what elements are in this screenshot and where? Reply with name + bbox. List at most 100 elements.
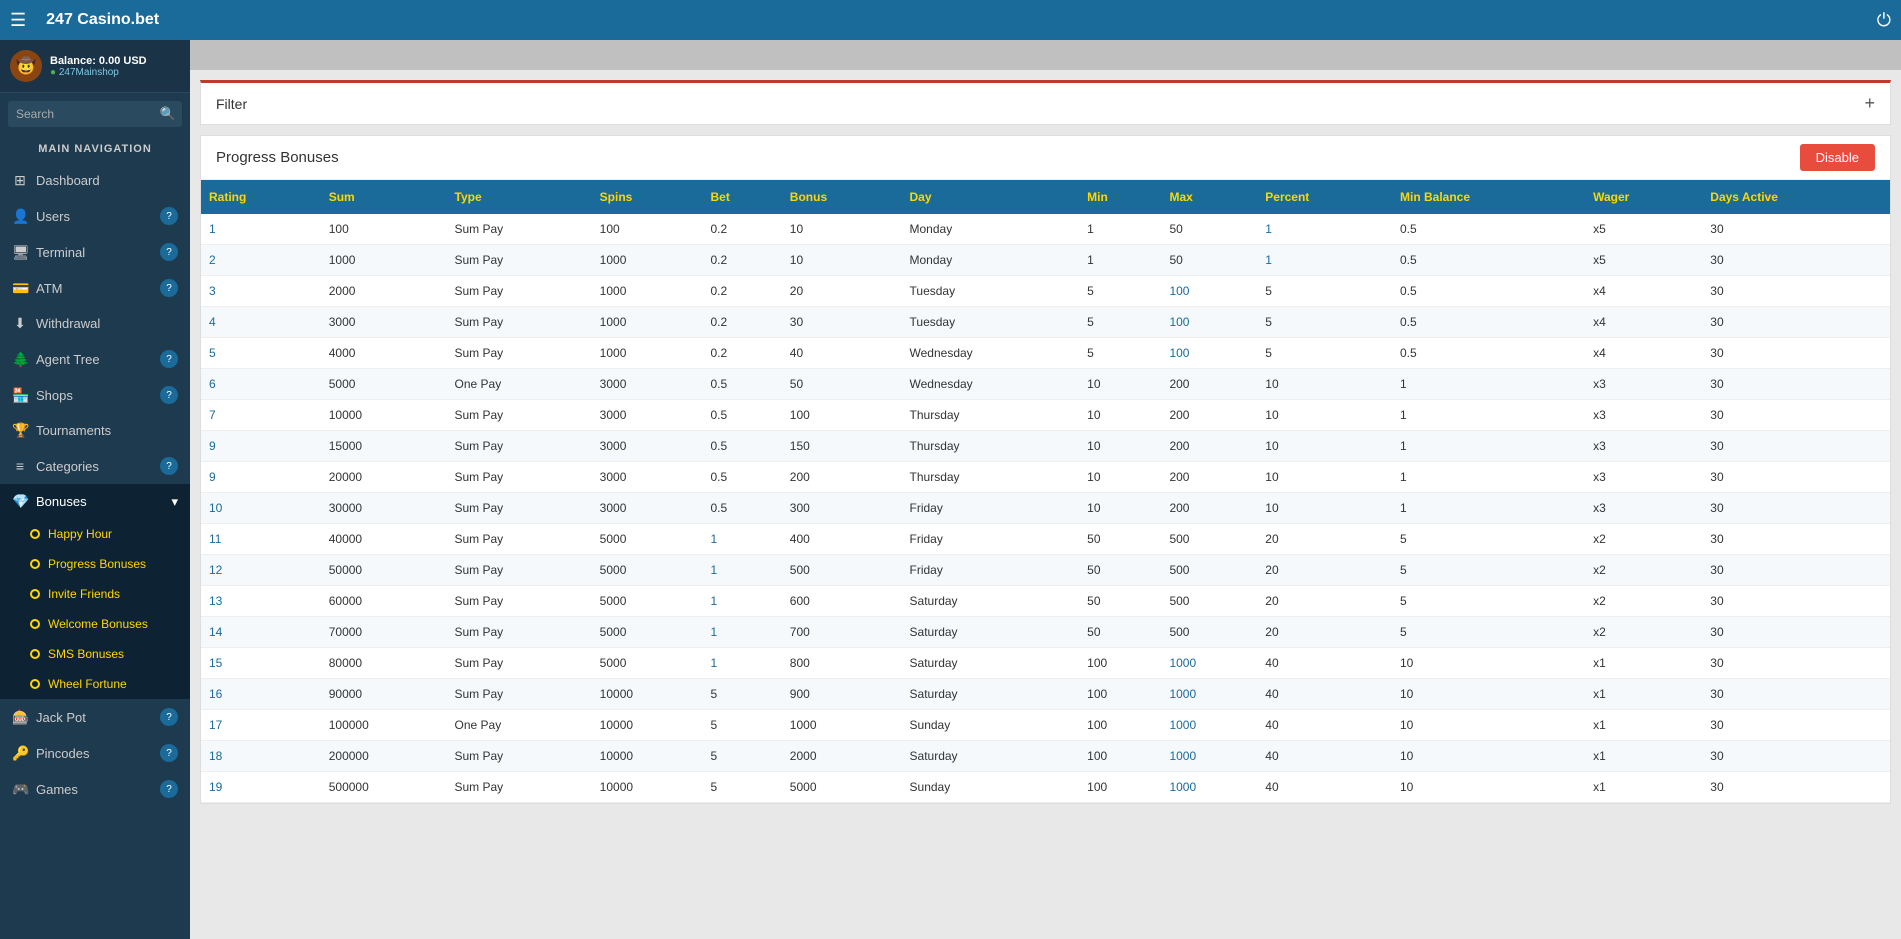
cell-bet: 1 — [702, 555, 781, 586]
cell-type: Sum Pay — [447, 648, 592, 679]
cell-type: Sum Pay — [447, 276, 592, 307]
sidebar-item-welcome-bonuses[interactable]: Welcome Bonuses — [0, 609, 190, 639]
cell-bet: 0.2 — [702, 307, 781, 338]
cell-bonus: 600 — [782, 586, 902, 617]
cell-min-balance: 1 — [1392, 400, 1585, 431]
sidebar-item-categories[interactable]: ≡ Categories ? — [0, 448, 190, 484]
bonuses-submenu: Happy Hour Progress Bonuses Invite Frien… — [0, 519, 190, 699]
cell-spins: 5000 — [592, 524, 703, 555]
cell-days-active: 30 — [1702, 741, 1890, 772]
cell-type: Sum Pay — [447, 741, 592, 772]
cell-type: Sum Pay — [447, 245, 592, 276]
cell-type: One Pay — [447, 710, 592, 741]
cell-max: 200 — [1161, 369, 1257, 400]
cell-min-balance: 0.5 — [1392, 276, 1585, 307]
col-type: Type — [447, 180, 592, 214]
cell-max: 50 — [1161, 245, 1257, 276]
sidebar-item-agent-tree[interactable]: 🌲 Agent Tree ? — [0, 341, 190, 377]
cell-bonus: 500 — [782, 555, 902, 586]
sidebar-item-terminal[interactable]: 🖥 Terminal ? — [0, 234, 190, 270]
cell-bonus: 800 — [782, 648, 902, 679]
table-header-row: Progress Bonuses Disable — [201, 136, 1890, 180]
cell-bonus: 40 — [782, 338, 902, 369]
sidebar-item-jackpot[interactable]: 🎰 Jack Pot ? — [0, 699, 190, 735]
cell-bonus: 30 — [782, 307, 902, 338]
cell-type: Sum Pay — [447, 400, 592, 431]
cell-min: 1 — [1079, 214, 1161, 245]
cell-max: 100 — [1161, 338, 1257, 369]
cell-days-active: 30 — [1702, 369, 1890, 400]
filter-label: Filter — [216, 96, 247, 112]
cell-bonus: 400 — [782, 524, 902, 555]
cell-sum: 1000 — [321, 245, 447, 276]
cell-sum: 30000 — [321, 493, 447, 524]
sidebar-item-sms-bonuses[interactable]: SMS Bonuses — [0, 639, 190, 669]
topbar-right: ⏻ — [1877, 10, 1891, 31]
cell-rating: 18 — [201, 741, 321, 772]
sidebar-item-pincodes[interactable]: 🔑 Pincodes ? — [0, 735, 190, 771]
cell-day: Monday — [902, 214, 1080, 245]
power-icon[interactable]: ⏻ — [1877, 10, 1891, 31]
sidebar-item-withdrawal[interactable]: ⬇ Withdrawal — [0, 306, 190, 341]
cell-bonus: 100 — [782, 400, 902, 431]
menu-icon[interactable]: ☰ — [10, 10, 26, 31]
table-row: 11 40000 Sum Pay 5000 1 400 Friday 50 50… — [201, 524, 1890, 555]
search-input[interactable] — [8, 101, 182, 127]
cell-min: 10 — [1079, 369, 1161, 400]
sidebar-item-atm[interactable]: 💳 ATM ? — [0, 270, 190, 306]
sidebar-item-invite-friends[interactable]: Invite Friends — [0, 579, 190, 609]
user-shop: 247Mainshop — [50, 67, 147, 78]
cell-spins: 3000 — [592, 431, 703, 462]
col-max: Max — [1161, 180, 1257, 214]
cell-min: 50 — [1079, 555, 1161, 586]
sidebar-item-happy-hour[interactable]: Happy Hour — [0, 519, 190, 549]
cell-percent: 40 — [1257, 710, 1392, 741]
sms-bonuses-circle — [30, 649, 40, 659]
cell-bonus: 10 — [782, 214, 902, 245]
sidebar-item-users[interactable]: 👤 Users ? — [0, 198, 190, 234]
cell-min-balance: 1 — [1392, 369, 1585, 400]
disable-button[interactable]: Disable — [1800, 144, 1875, 171]
cell-wager: x2 — [1585, 555, 1702, 586]
filter-plus-button[interactable]: + — [1864, 93, 1875, 114]
cell-percent: 20 — [1257, 524, 1392, 555]
cell-day: Saturday — [902, 679, 1080, 710]
user-info: Balance: 0.00 USD 247Mainshop — [50, 55, 147, 78]
cell-wager: x5 — [1585, 214, 1702, 245]
sidebar-item-shops[interactable]: 🏪 Shops ? — [0, 377, 190, 413]
cell-bonus: 5000 — [782, 772, 902, 803]
cell-min: 1 — [1079, 245, 1161, 276]
sidebar-item-bonuses[interactable]: 💎 Bonuses ▾ — [0, 484, 190, 519]
table-row: 10 30000 Sum Pay 3000 0.5 300 Friday 10 … — [201, 493, 1890, 524]
cell-rating: 2 — [201, 245, 321, 276]
cell-spins: 10000 — [592, 679, 703, 710]
cell-bonus: 10 — [782, 245, 902, 276]
cell-percent: 1 — [1257, 214, 1392, 245]
cell-min-balance: 1 — [1392, 431, 1585, 462]
sidebar-item-wheel-fortune[interactable]: Wheel Fortune — [0, 669, 190, 699]
sidebar-item-games[interactable]: 🎮 Games ? — [0, 771, 190, 807]
cell-rating: 6 — [201, 369, 321, 400]
atm-badge: ? — [160, 279, 178, 297]
cell-max: 1000 — [1161, 741, 1257, 772]
table-row: 13 60000 Sum Pay 5000 1 600 Saturday 50 … — [201, 586, 1890, 617]
sidebar-item-progress-bonuses[interactable]: Progress Bonuses — [0, 549, 190, 579]
cell-sum: 80000 — [321, 648, 447, 679]
cell-spins: 10000 — [592, 741, 703, 772]
cell-max: 500 — [1161, 586, 1257, 617]
sidebar-item-dashboard[interactable]: ⊞ Dashboard — [0, 163, 190, 198]
cell-rating: 7 — [201, 400, 321, 431]
cell-bet: 1 — [702, 617, 781, 648]
cell-sum: 100 — [321, 214, 447, 245]
sidebar-item-tournaments[interactable]: 🏆 Tournaments — [0, 413, 190, 448]
cell-rating: 13 — [201, 586, 321, 617]
col-percent: Percent — [1257, 180, 1392, 214]
cell-day: Wednesday — [902, 369, 1080, 400]
cell-bet: 0.2 — [702, 245, 781, 276]
games-badge: ? — [160, 780, 178, 798]
cell-bonus: 900 — [782, 679, 902, 710]
cell-days-active: 30 — [1702, 493, 1890, 524]
cell-type: Sum Pay — [447, 431, 592, 462]
cell-day: Saturday — [902, 648, 1080, 679]
col-bet: Bet — [702, 180, 781, 214]
